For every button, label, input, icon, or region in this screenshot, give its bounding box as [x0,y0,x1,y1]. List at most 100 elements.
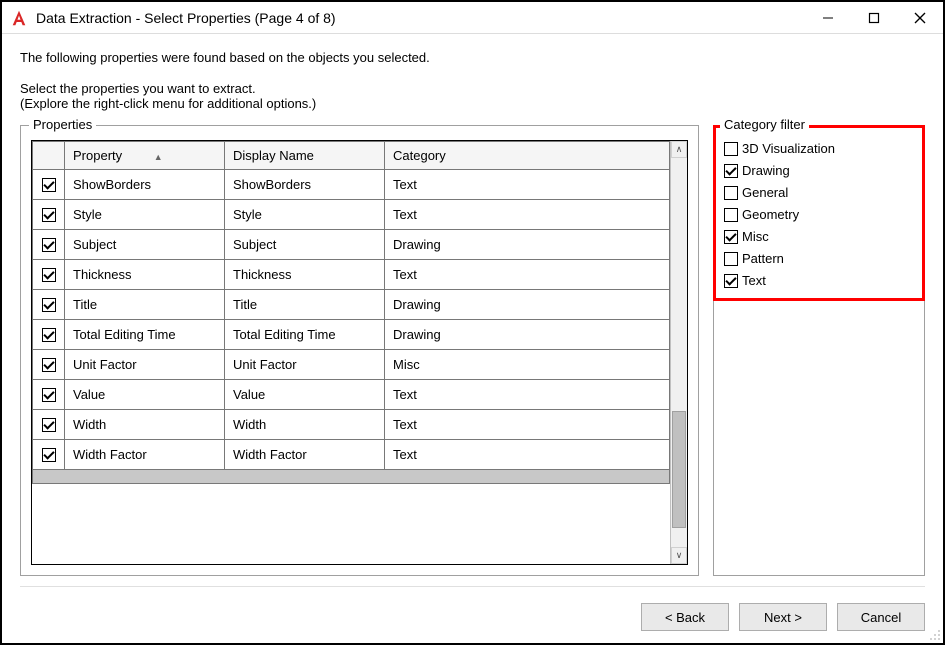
row-checkbox[interactable] [42,238,56,252]
category-filter-checkbox[interactable] [724,252,738,266]
cell-display-name: Style [225,200,385,230]
cell-property: Thickness [65,260,225,290]
column-header-category[interactable]: Category [385,142,670,170]
category-filter-empty-area [713,301,925,576]
category-filter-item[interactable]: Geometry [724,204,914,226]
row-checkbox-cell [33,410,65,440]
window-title: Data Extraction - Select Properties (Pag… [36,10,805,26]
row-checkbox[interactable] [42,388,56,402]
maximize-button[interactable] [851,2,897,33]
close-button[interactable] [897,2,943,33]
properties-table-wrapper: Property ▲ Display Name Category [31,140,688,565]
row-checkbox[interactable] [42,418,56,432]
row-checkbox[interactable] [42,298,56,312]
category-filter-item-label: Geometry [742,204,799,226]
intro-text-1: The following properties were found base… [20,50,925,65]
cell-category: Text [385,260,670,290]
table-row[interactable]: ThicknessThicknessText [33,260,670,290]
table-row[interactable]: WidthWidthText [33,410,670,440]
category-filter-item-label: Drawing [742,160,790,182]
intro-text-2: Select the properties you want to extrac… [20,81,925,96]
row-checkbox-cell [33,440,65,470]
category-filter-item[interactable]: Drawing [724,160,914,182]
row-checkbox-cell [33,320,65,350]
row-checkbox[interactable] [42,358,56,372]
cell-category: Text [385,380,670,410]
properties-table-scroll: Property ▲ Display Name Category [32,141,670,564]
row-checkbox[interactable] [42,448,56,462]
category-filter-item[interactable]: Pattern [724,248,914,270]
category-filter-checkbox[interactable] [724,208,738,222]
scroll-up-arrow[interactable]: ∧ [671,141,687,158]
back-button[interactable]: < Back [641,603,729,631]
category-filter-item-label: Misc [742,226,769,248]
properties-group: Properties Property ▲ [20,125,699,576]
table-row[interactable]: ShowBordersShowBordersText [33,170,670,200]
cell-category: Text [385,410,670,440]
row-checkbox[interactable] [42,208,56,222]
category-filter-item-label: 3D Visualization [742,138,835,160]
cell-display-name: Title [225,290,385,320]
cell-display-name: Unit Factor [225,350,385,380]
cell-category: Text [385,200,670,230]
row-checkbox[interactable] [42,328,56,342]
scroll-down-arrow[interactable]: ∨ [671,547,687,564]
resize-grip-icon[interactable] [927,627,941,641]
column-header-display-name[interactable]: Display Name [225,142,385,170]
sort-ascending-icon: ▲ [154,152,163,162]
scroll-track[interactable] [671,158,687,547]
row-checkbox-cell [33,290,65,320]
category-filter-checkbox[interactable] [724,186,738,200]
cell-property: Style [65,200,225,230]
scroll-thumb[interactable] [672,411,686,528]
table-row[interactable]: Total Editing TimeTotal Editing TimeDraw… [33,320,670,350]
table-row[interactable]: Width FactorWidth FactorText [33,440,670,470]
row-checkbox-cell [33,260,65,290]
category-filter-item[interactable]: 3D Visualization [724,138,914,160]
cell-display-name: Total Editing Time [225,320,385,350]
vertical-scrollbar[interactable]: ∧ ∨ [670,141,687,564]
main-area: Properties Property ▲ [20,125,925,576]
row-checkbox-cell [33,350,65,380]
cell-display-name: Value [225,380,385,410]
table-row[interactable]: Unit FactorUnit FactorMisc [33,350,670,380]
table-row[interactable]: ValueValueText [33,380,670,410]
cell-display-name: Width [225,410,385,440]
row-checkbox-cell [33,200,65,230]
category-filter-item[interactable]: Text [724,270,914,292]
category-filter-list: 3D VisualizationDrawingGeneralGeometryMi… [716,128,922,298]
table-row[interactable]: SubjectSubjectDrawing [33,230,670,260]
category-filter-item[interactable]: General [724,182,914,204]
category-filter-group: Category filter 3D VisualizationDrawingG… [713,125,925,301]
cell-property: Width Factor [65,440,225,470]
minimize-button[interactable] [805,2,851,33]
column-header-checkbox[interactable] [33,142,65,170]
cell-property: Value [65,380,225,410]
category-filter-item[interactable]: Misc [724,226,914,248]
category-filter-item-label: Text [742,270,766,292]
cell-display-name: Thickness [225,260,385,290]
table-row[interactable]: StyleStyleText [33,200,670,230]
column-header-property-label: Property [73,148,122,163]
row-checkbox[interactable] [42,178,56,192]
cell-category: Drawing [385,230,670,260]
row-checkbox[interactable] [42,268,56,282]
category-filter-checkbox[interactable] [724,274,738,288]
row-checkbox-cell [33,230,65,260]
category-filter-checkbox[interactable] [724,230,738,244]
button-row: < Back Next > Cancel [20,586,925,631]
category-filter-checkbox[interactable] [724,164,738,178]
table-row[interactable]: TitleTitleDrawing [33,290,670,320]
column-header-property[interactable]: Property ▲ [65,142,225,170]
properties-group-label: Properties [29,117,96,132]
cell-category: Drawing [385,290,670,320]
next-button[interactable]: Next > [739,603,827,631]
category-filter-item-label: Pattern [742,248,784,270]
category-filter-checkbox[interactable] [724,142,738,156]
app-icon [10,9,28,27]
properties-table: Property ▲ Display Name Category [32,141,670,470]
cell-category: Drawing [385,320,670,350]
cell-property: Title [65,290,225,320]
cancel-button[interactable]: Cancel [837,603,925,631]
cell-property: Unit Factor [65,350,225,380]
